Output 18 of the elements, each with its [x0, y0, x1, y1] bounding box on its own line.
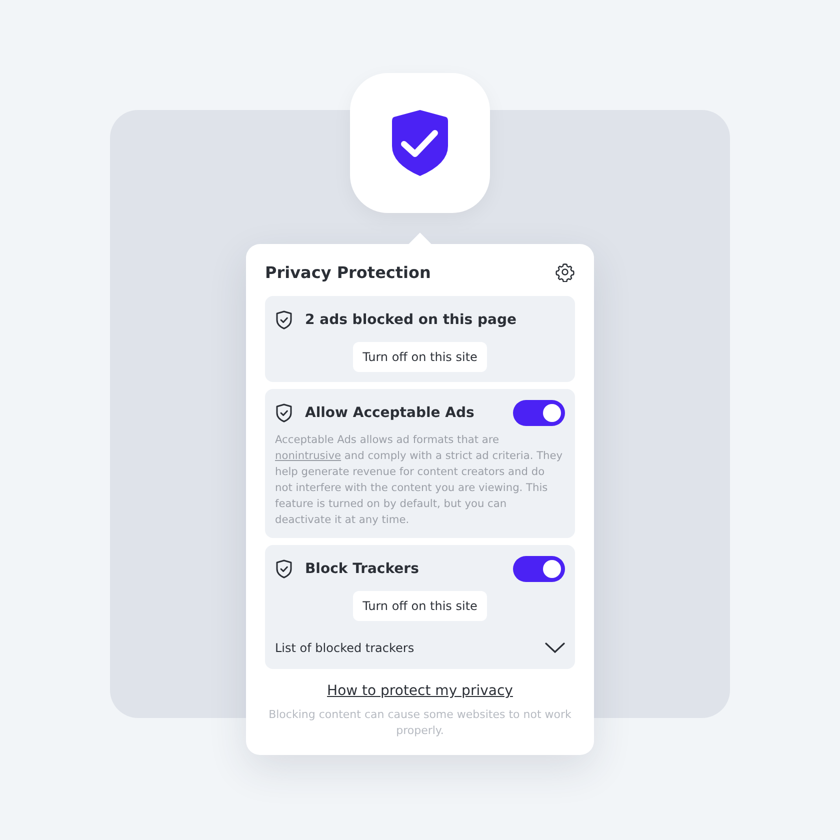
privacy-link[interactable]: How to protect my privacy — [327, 683, 513, 699]
turn-off-button[interactable]: Turn off on this site — [352, 342, 488, 372]
section-title: 2 ads blocked on this page — [305, 312, 518, 328]
expander-label[interactable]: List of blocked trackers — [275, 641, 414, 655]
popup-title: Privacy Protection — [265, 262, 431, 282]
toggle-switch[interactable] — [513, 556, 565, 582]
toggle-switch[interactable] — [513, 400, 565, 426]
shield-check-icon — [275, 310, 293, 330]
shield-check-icon — [275, 403, 293, 423]
chevron-icon[interactable] — [545, 642, 565, 654]
section-title: Block Trackers — [305, 561, 420, 577]
description-text: Acceptable Ads allows ad formats that are nonintrusive and comply with a strict ad criteria. They help generate revenue for content creators and do not interfere with the content you are viewing. This feature is turned on by default, but you can deactivate it at any time. — [275, 433, 564, 528]
shield-check-icon — [275, 559, 293, 579]
turn-off-button[interactable]: Turn off on this site — [352, 591, 488, 621]
warning-note: Blocking content can cause some websites to not work properly. — [268, 707, 572, 739]
shield-check-icon — [390, 108, 450, 178]
settings-icon[interactable] — [555, 262, 575, 282]
section-title: Allow Acceptable Ads — [305, 405, 476, 421]
